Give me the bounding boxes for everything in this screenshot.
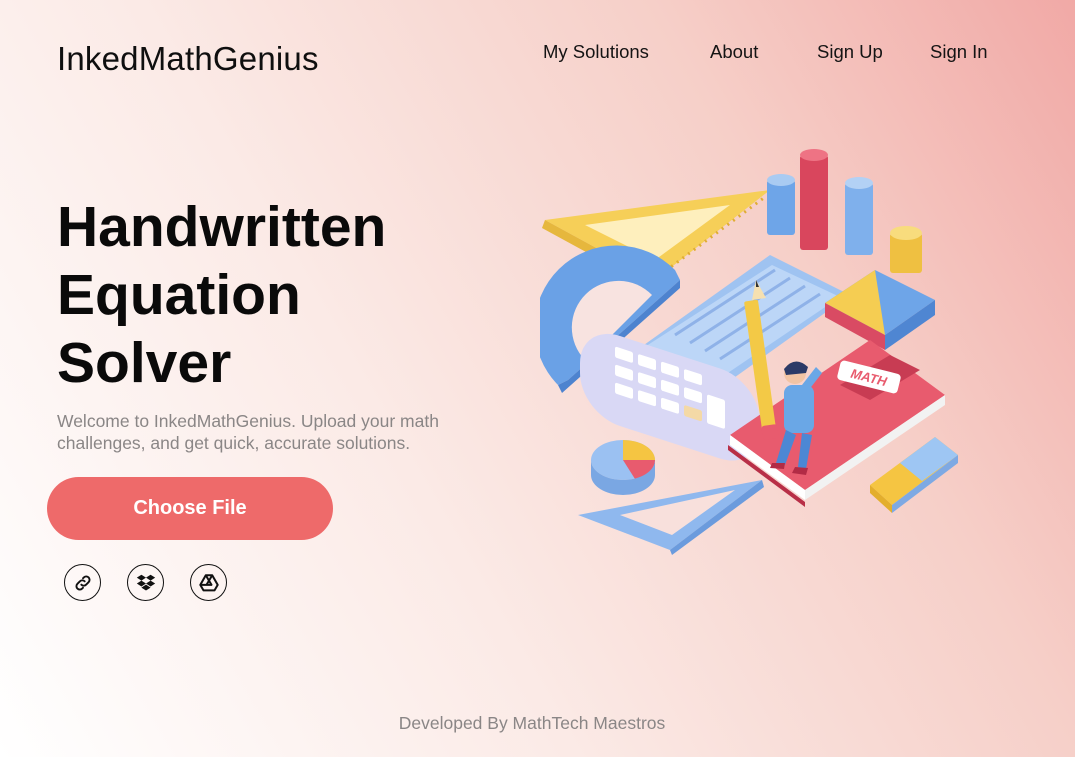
link-upload-button[interactable] — [64, 564, 101, 601]
choose-file-button[interactable]: Choose File — [47, 477, 333, 540]
dropbox-upload-button[interactable] — [127, 564, 164, 601]
title-line-2: Equation — [57, 263, 301, 327]
dropbox-icon — [136, 574, 155, 591]
title-line-1: Handwritten — [57, 195, 387, 259]
google-drive-icon — [198, 573, 219, 591]
upload-sources — [64, 564, 234, 602]
nav-sign-in[interactable]: Sign In — [930, 41, 988, 63]
page-title: Handwritten Equation Solver — [57, 193, 386, 397]
footer-credit: Developed By MathTech Maestros — [398, 713, 666, 733]
nav-my-solutions[interactable]: My Solutions — [543, 41, 649, 63]
link-icon — [75, 575, 90, 590]
hero-subtitle: Welcome to InkedMathGenius. Upload your … — [57, 411, 439, 453]
google-drive-upload-button[interactable] — [190, 564, 227, 601]
nav-sign-up[interactable]: Sign Up — [817, 41, 883, 63]
pyramid-icon — [825, 270, 935, 350]
title-line-3: Solver — [57, 331, 232, 395]
bar-chart-icon — [767, 149, 922, 273]
pie-chart-icon — [591, 440, 656, 495]
math-illustration: MATH — [540, 149, 958, 555]
top-nav: My Solutions About Sign Up Sign In — [0, 41, 1075, 65]
nav-about[interactable]: About — [710, 41, 758, 63]
eraser-icon — [870, 437, 958, 513]
